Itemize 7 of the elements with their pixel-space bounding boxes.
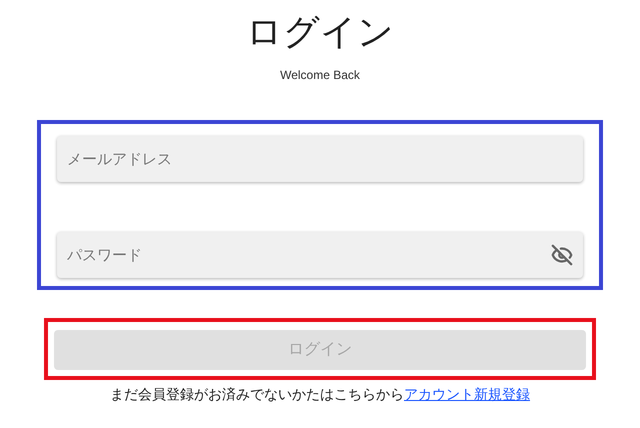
subtitle: Welcome Back [280, 67, 360, 84]
signup-link[interactable]: アカウント新規登録 [404, 386, 530, 402]
eye-slash-icon[interactable] [551, 244, 573, 266]
password-field[interactable]: パスワード [57, 232, 583, 278]
email-field[interactable]: メールアドレス [57, 136, 583, 182]
page-title: ログイン [246, 10, 394, 54]
signup-text: まだ会員登録がお済みでないかたはこちらから [110, 386, 404, 402]
